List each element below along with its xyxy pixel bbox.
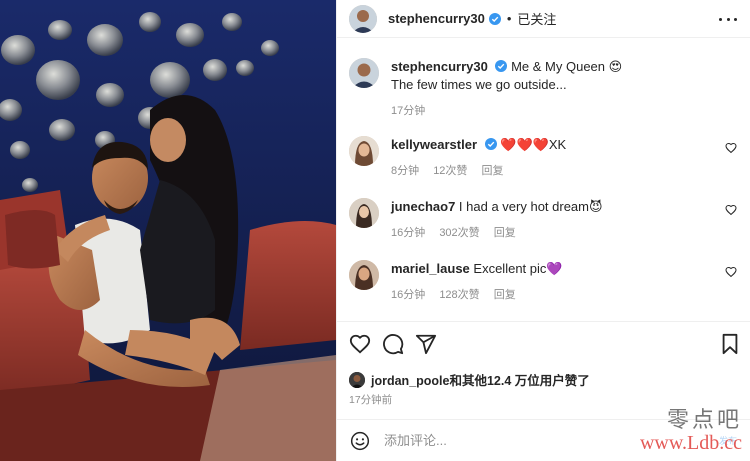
comment-avatar[interactable] <box>349 198 379 228</box>
caption-text-line2: The few times we go outside... <box>391 77 567 92</box>
liker-avatar <box>349 371 365 388</box>
comment-avatar-image <box>349 136 379 166</box>
comment-like-heart-icon[interactable] <box>725 142 737 154</box>
add-comment-bar: 发布 <box>337 419 750 461</box>
likes-text: jordan_poole和其他12.4 万位用户赞了 <box>371 374 590 388</box>
comment-avatar-image <box>349 198 379 228</box>
comment-username[interactable]: junechao7 <box>391 199 455 214</box>
post-photo[interactable] <box>0 0 336 461</box>
comment-text: I had a very hot dream😈 <box>458 199 603 214</box>
comment-time: 16分钟 <box>391 227 426 239</box>
follow-status[interactable]: 已关注 <box>517 9 556 28</box>
comment-text: ❤️❤️❤️XK <box>500 137 567 152</box>
comment-like-heart-icon[interactable] <box>725 204 737 216</box>
post-header: stephencurry30 • 已关注 <box>337 0 750 38</box>
share-plane-icon[interactable] <box>415 333 437 355</box>
header-separator: • <box>506 11 512 26</box>
verified-badge-icon <box>488 12 501 25</box>
comment-item: kellywearstler ❤️❤️❤️XK 8分钟 12次赞 回复 <box>349 136 739 180</box>
like-heart-icon[interactable] <box>349 333 371 355</box>
caption-username[interactable]: stephencurry30 <box>391 59 488 74</box>
comment-avatar[interactable] <box>349 136 379 166</box>
instagram-post: stephencurry30 • 已关注 stephencurry30 Me &… <box>0 0 750 461</box>
likes-summary[interactable]: jordan_poole和其他12.4 万位用户赞了 <box>349 370 590 389</box>
publish-button[interactable]: 发布 <box>719 434 737 447</box>
caption-timestamp: 17分钟 <box>391 105 426 117</box>
post-side-panel: stephencurry30 • 已关注 stephencurry30 Me &… <box>336 0 750 461</box>
comment-like-count[interactable]: 302次赞 <box>439 227 479 239</box>
post-photo-illustration <box>0 0 336 461</box>
comment-like-count[interactable]: 12次赞 <box>433 165 467 177</box>
comment-like-count[interactable]: 128次赞 <box>439 289 479 301</box>
caption-text-line1: Me & My Queen 😍 <box>511 59 623 74</box>
comment-avatar[interactable] <box>349 260 379 290</box>
comment-verified-badge-icon <box>484 137 497 150</box>
more-options-icon[interactable] <box>719 12 737 26</box>
post-timestamp: 17分钟前 <box>349 394 393 406</box>
actions-divider <box>337 321 750 322</box>
comment-time: 16分钟 <box>391 289 426 301</box>
comment-reply-button[interactable]: 回复 <box>494 227 516 239</box>
post-actions <box>349 333 741 357</box>
comment-item: junechao7 I had a very hot dream😈 16分钟 3… <box>349 198 739 242</box>
comment-avatar-image <box>349 260 379 290</box>
comment-username[interactable]: kellywearstler <box>391 137 477 152</box>
emoji-smiley-icon[interactable] <box>350 431 370 451</box>
comment-reply-button[interactable]: 回复 <box>494 289 516 301</box>
caption-avatar-image <box>349 58 379 88</box>
post-caption: stephencurry30 Me & My Queen 😍 The few t… <box>349 58 622 120</box>
comment-item: mariel_lause Excellent pic💜 16分钟 128次赞 回… <box>349 260 739 304</box>
comment-username[interactable]: mariel_lause <box>391 261 470 276</box>
comment-text: Excellent pic💜 <box>473 261 563 276</box>
comment-like-heart-icon[interactable] <box>725 266 737 278</box>
author-avatar[interactable] <box>349 4 377 33</box>
caption-verified-badge-icon <box>495 59 508 72</box>
comment-input[interactable] <box>384 433 584 448</box>
comment-reply-button[interactable]: 回复 <box>482 165 504 177</box>
comment-time: 8分钟 <box>391 165 420 177</box>
caption-author-avatar[interactable] <box>349 58 379 88</box>
author-username[interactable]: stephencurry30 <box>388 11 485 26</box>
save-bookmark-icon[interactable] <box>719 333 741 355</box>
comment-bubble-icon[interactable] <box>382 333 404 355</box>
author-avatar-image <box>349 4 377 33</box>
